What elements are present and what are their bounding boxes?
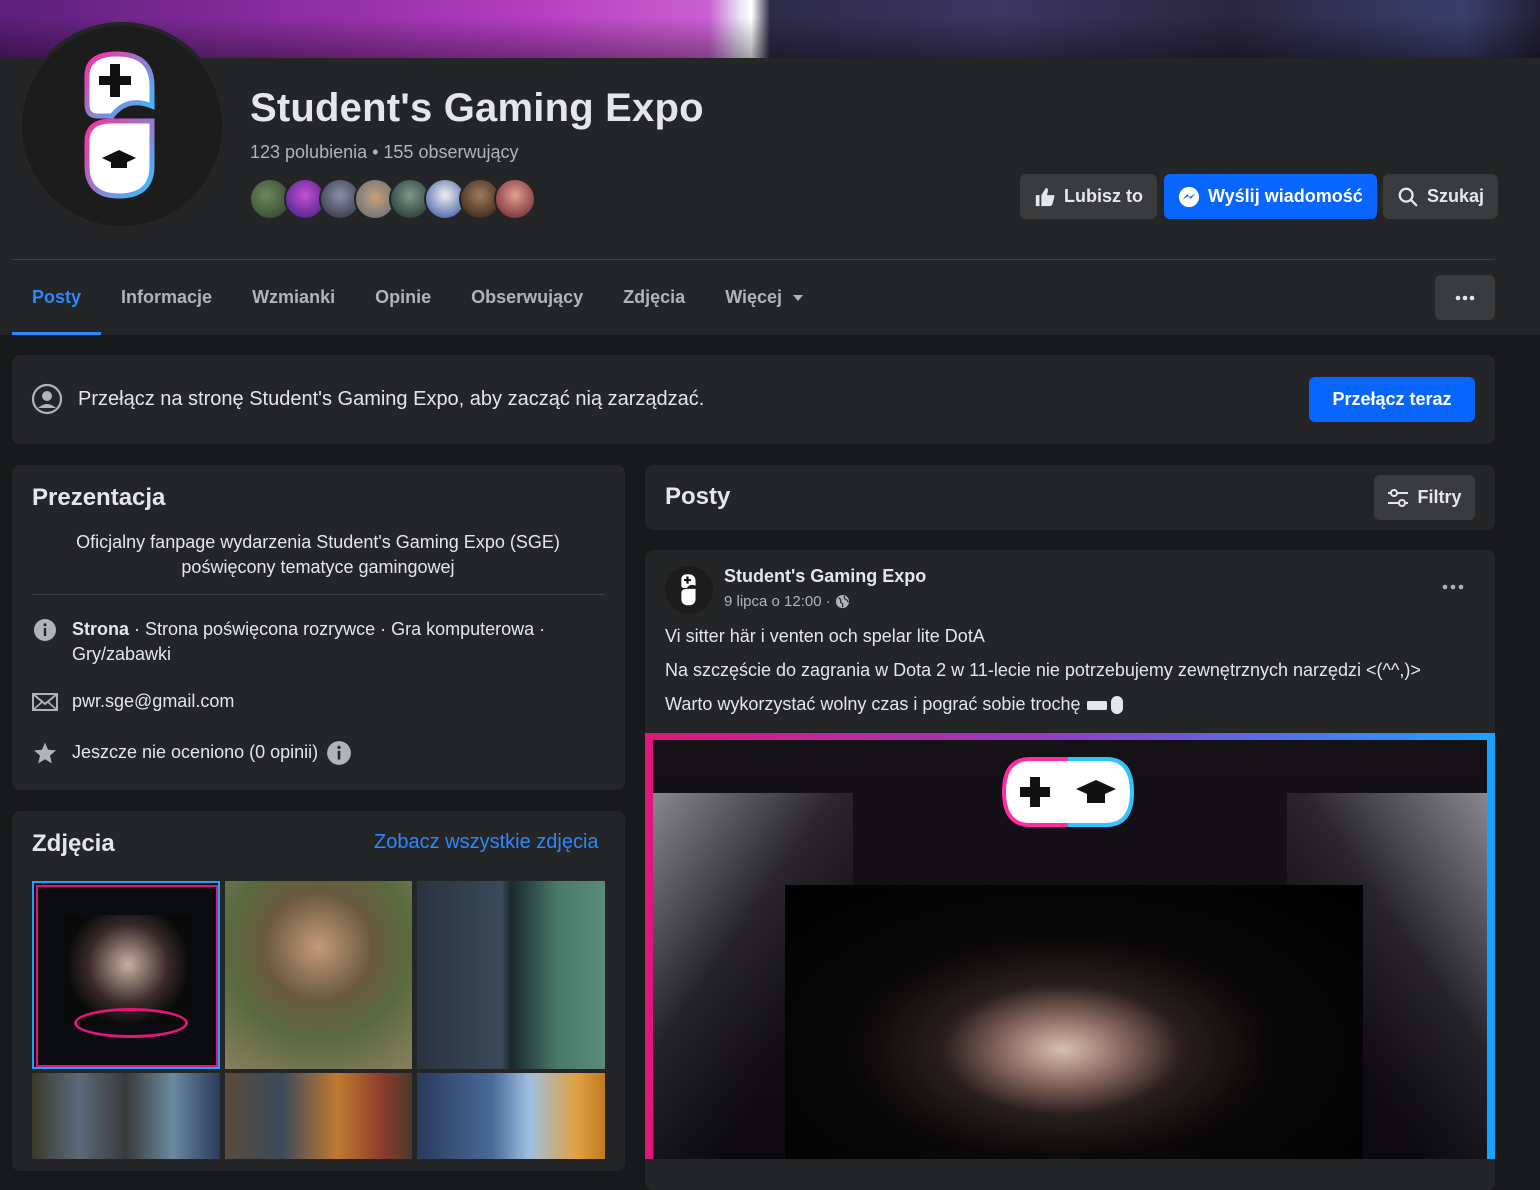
cover-shade [0,0,1540,58]
search-button[interactable]: Szukaj [1383,174,1499,219]
photo-thumbnail[interactable] [417,881,605,1069]
photo-thumbnail[interactable] [32,1073,220,1159]
info-icon [32,617,58,643]
switch-now-button[interactable]: Przełącz teraz [1309,377,1475,422]
like-label: Lubisz to [1064,186,1143,206]
photos-title: Zdjęcia [32,830,115,857]
photo-thumbnail[interactable] [225,881,412,1069]
posts-title: Posty [665,483,731,510]
filters-label: Filtry [1417,487,1462,507]
post-timestamp[interactable]: 9 lipca o 12:00 · [724,593,831,610]
intro-description: Oficjalny fanpage wydarzenia Student's G… [76,532,560,577]
tab-followers[interactable]: Obserwujący [451,260,603,335]
post-text-line: Vi sitter här i venten och spelar lite D… [665,626,985,646]
intro-title: Prezentacja [32,484,166,511]
ellipsis-icon [1455,295,1475,300]
sge-logo [22,26,222,226]
photo-thumbnail[interactable] [225,1073,412,1159]
post-author-avatar[interactable] [665,566,713,614]
globe-icon [835,594,849,609]
page-stats[interactable]: 123 polubienia • 155 obserwujący [250,142,519,163]
send-message-label: Wyślij wiadomość [1208,186,1363,206]
email-row[interactable]: pwr.sge@gmail.com [32,689,234,715]
post-options-button[interactable] [1438,577,1468,597]
rating-text: Jeszcze nie oceniono (0 opinii) [72,742,319,762]
post-text-line: Na szczęście do zagrania w Dota 2 w 11-l… [665,660,1421,680]
photo-thumbnail[interactable] [32,881,220,1069]
send-message-button[interactable]: Wyślij wiadomość [1164,174,1377,219]
thumbs-up-icon [1035,187,1055,206]
category-label: Strona [72,619,130,639]
photo-thumbnail[interactable] [417,1073,605,1159]
ellipsis-icon [1442,584,1464,590]
switch-banner-text: Przełącz na stronę Student's Gaming Expo… [78,388,705,410]
tab-photos[interactable]: Zdjęcia [603,260,705,335]
messenger-icon [1178,186,1200,207]
rating-row: Jeszcze nie oceniono (0 opinii) [32,740,352,766]
page-tabs: Posty Informacje Wzmianki Opinie Obserwu… [12,260,824,335]
intro-divider [32,594,605,595]
category-text: · Strona poświęcona rozrywce · Gra kompu… [72,619,546,664]
category-row: Strona · Strona poświęcona rozrywce · Gr… [32,617,572,667]
caret-down-icon [793,294,804,301]
keyboard-emoji-icon [1086,700,1107,710]
more-options-button[interactable] [1435,275,1495,320]
tab-mentions[interactable]: Wzmianki [232,260,355,335]
follower-avatars[interactable] [249,178,536,220]
mouse-emoji-icon [1110,695,1123,714]
rating-info-icon[interactable] [326,740,352,766]
follower-avatar[interactable] [494,178,536,220]
search-icon [1398,187,1418,206]
like-button[interactable]: Lubisz to [1020,174,1157,219]
post-author-name[interactable]: Student's Gaming Expo [724,566,926,587]
tab-posts[interactable]: Posty [12,260,102,335]
tab-info[interactable]: Informacje [101,260,232,335]
star-icon [32,740,58,766]
tab-reviews[interactable]: Opinie [355,260,451,335]
post-image[interactable] [645,733,1495,1159]
streamer-video-frame [785,885,1363,1159]
see-all-photos-link[interactable]: Zobacz wszystkie zdjęcia [374,831,599,854]
post-meta: 9 lipca o 12:00 · [724,593,850,610]
page-title: Student's Gaming Expo [250,86,704,130]
envelope-icon [32,689,58,715]
email-text[interactable]: pwr.sge@gmail.com [72,689,234,714]
filters-button[interactable]: Filtry [1374,475,1475,520]
filter-sliders-icon [1388,488,1409,507]
tab-more[interactable]: Więcej [705,260,824,335]
post-text-line-with-emoji: Warto wykorzystać wolny czas i pograć so… [665,694,1123,715]
search-label: Szukaj [1427,186,1485,206]
page-avatar[interactable] [18,22,226,230]
posts-header-card [645,465,1495,530]
profile-switch-icon [31,383,63,415]
sge-logo-icon [1001,757,1135,827]
